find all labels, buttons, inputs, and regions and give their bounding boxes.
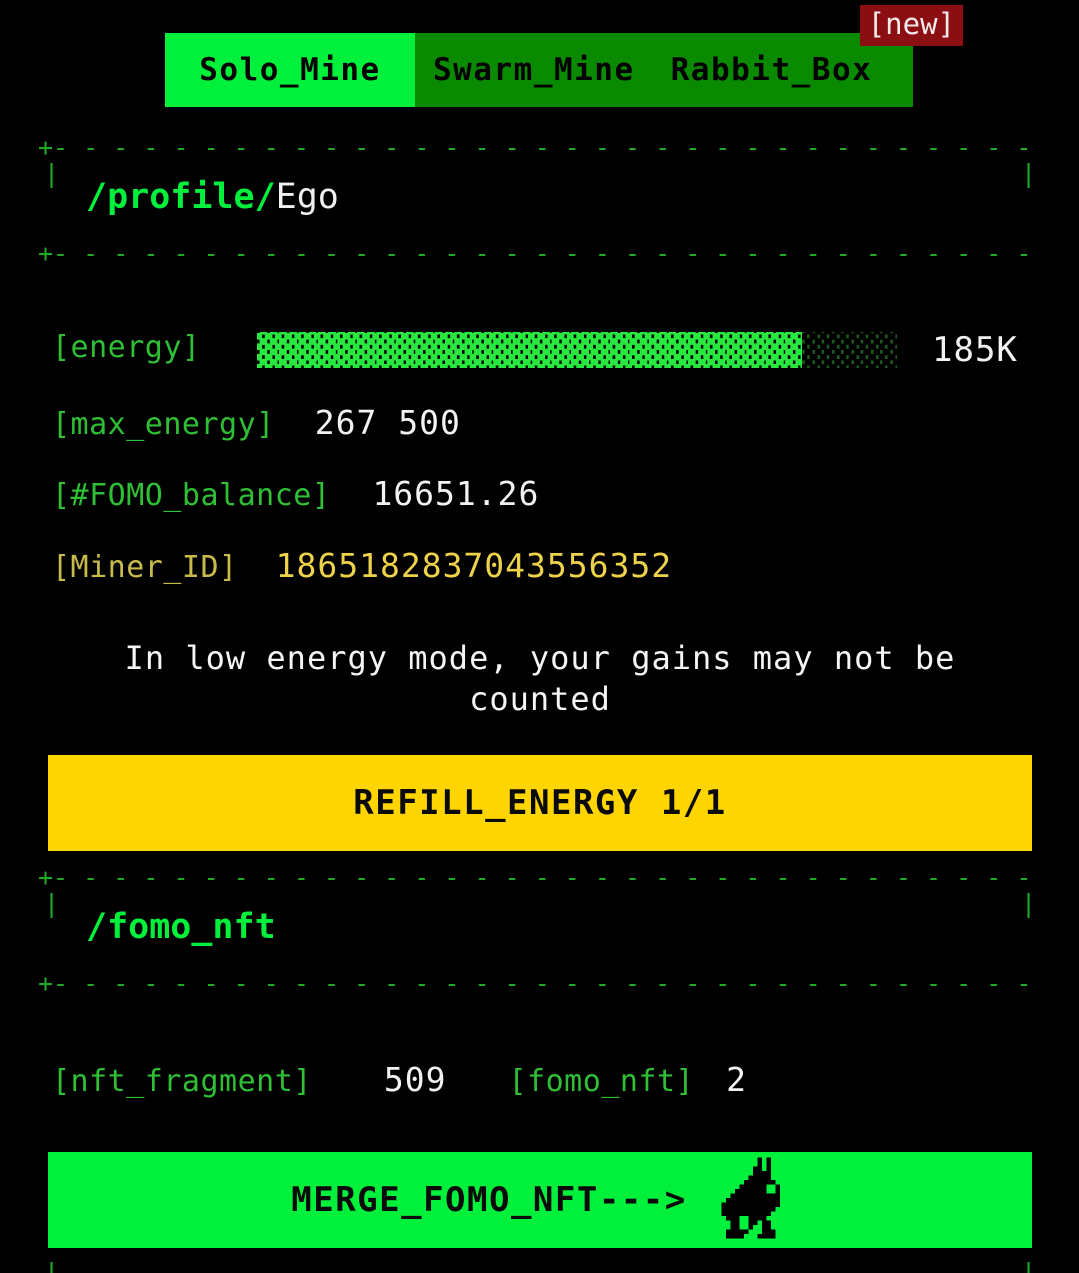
panel-bottom-border: +- - - - - - - - - - - - - - - - - - - -… [38,244,1042,266]
tab-solo-mine[interactable]: Solo_Mine [165,33,415,107]
panel-left-border: | [44,159,60,188]
refill-energy-button[interactable]: REFILL_ENERGY 1/1 [48,755,1032,851]
energy-amount: 185K [932,330,1018,370]
low-energy-warning: In low energy mode, your gains may not b… [124,639,956,718]
tab-list: Solo_Mine Swarm_Mine Rabbit_Box [165,33,913,107]
tab-rabbit-box-label: Rabbit_Box [670,52,873,88]
nft-fragment-value: 509 [383,1060,447,1099]
panel-top-border: +- - - - - - - - - - - - - - - - - - - -… [38,138,1042,160]
tab-solo-mine-label: Solo_Mine [199,52,381,88]
energy-row: [energy] ▓▓▓▓▓▓▓▓▓▓▓▓▓▓▓▓▓▓▓▓▓▓▓▓▓▓▓▓ ░░… [52,330,1042,370]
profile-username: Ego [275,177,339,217]
fomo-nft-panel: +- - - - - - - - - - - - - - - - - - - -… [38,868,1042,996]
nft-panel-bottom-border: +- - - - - - - - - - - - - - - - - - - -… [38,974,1042,996]
miner-id-row: [Miner_ID] 1865182837043556352 [52,546,672,585]
fomo-nft-value: 2 [726,1060,747,1099]
nft-panel-right-border: | [1020,889,1036,918]
tab-swarm-mine[interactable]: Swarm_Mine [415,33,653,107]
next-panel-right-border: | [1021,1262,1036,1273]
profile-title: /profile/Ego [86,168,339,226]
fomo-nft-label: [fomo_nft] [508,1064,695,1099]
fomo-nft-path: /fomo_nft [86,907,276,947]
next-panel-left-border: | [44,1262,59,1273]
fomo-balance-value: 16651.26 [372,474,540,513]
next-panel-partial: | | [38,1262,1042,1273]
next-panel-body: | | [38,1262,1042,1273]
max-energy-row: [max_energy] 267 500 [52,403,461,442]
nft-stats-row: [nft_fragment] 509 [fomo_nft] 2 [52,1060,747,1099]
merge-fomo-nft-label: MERGE_FOMO_NFT---> [291,1180,687,1220]
profile-panel: +- - - - - - - - - - - - - - - - - - - -… [38,138,1042,266]
panel-body: | | /profile/Ego [38,160,1042,244]
new-badge: [new] [859,5,963,46]
nft-panel-body: | | /fomo_nft [38,890,1042,974]
energy-progress-bar: ▓▓▓▓▓▓▓▓▓▓▓▓▓▓▓▓▓▓▓▓▓▓▓▓▓▓▓▓ ░░░░░░░░░░░… [257,332,897,368]
nft-panel-left-border: | [44,889,60,918]
max-energy-value: 267 500 [314,403,461,442]
refill-energy-label: REFILL_ENERGY 1/1 [353,783,727,823]
tab-bar: Solo_Mine Swarm_Mine Rabbit_Box [new] [165,5,963,107]
energy-label: [energy] [52,330,201,365]
energy-bar-empty: ░░░░░░░░░░░░ [802,332,897,368]
miner-id-value: 1865182837043556352 [275,546,673,585]
merge-fomo-nft-button[interactable]: MERGE_FOMO_NFT---> [48,1152,1032,1248]
fomo-balance-label: [#FOMO_balance] [52,478,331,513]
fomo-nft-title: /fomo_nft [86,898,276,956]
nft-panel-top-border: +- - - - - - - - - - - - - - - - - - - -… [38,868,1042,890]
tab-rabbit-box[interactable]: Rabbit_Box [652,33,891,107]
tab-swarm-mine-label: Swarm_Mine [433,52,635,88]
panel-right-border: | [1020,159,1036,188]
miner-id-label: [Miner_ID] [52,550,238,585]
energy-bar-fill: ▓▓▓▓▓▓▓▓▓▓▓▓▓▓▓▓▓▓▓▓▓▓▓▓▓▓▓▓ [257,332,803,368]
rabbit-icon [721,1157,780,1239]
profile-path: /profile/ [86,177,276,217]
nft-fragment-label: [nft_fragment] [52,1064,312,1099]
fomo-balance-row: [#FOMO_balance] 16651.26 [52,474,539,513]
max-energy-label: [max_energy] [52,407,275,442]
